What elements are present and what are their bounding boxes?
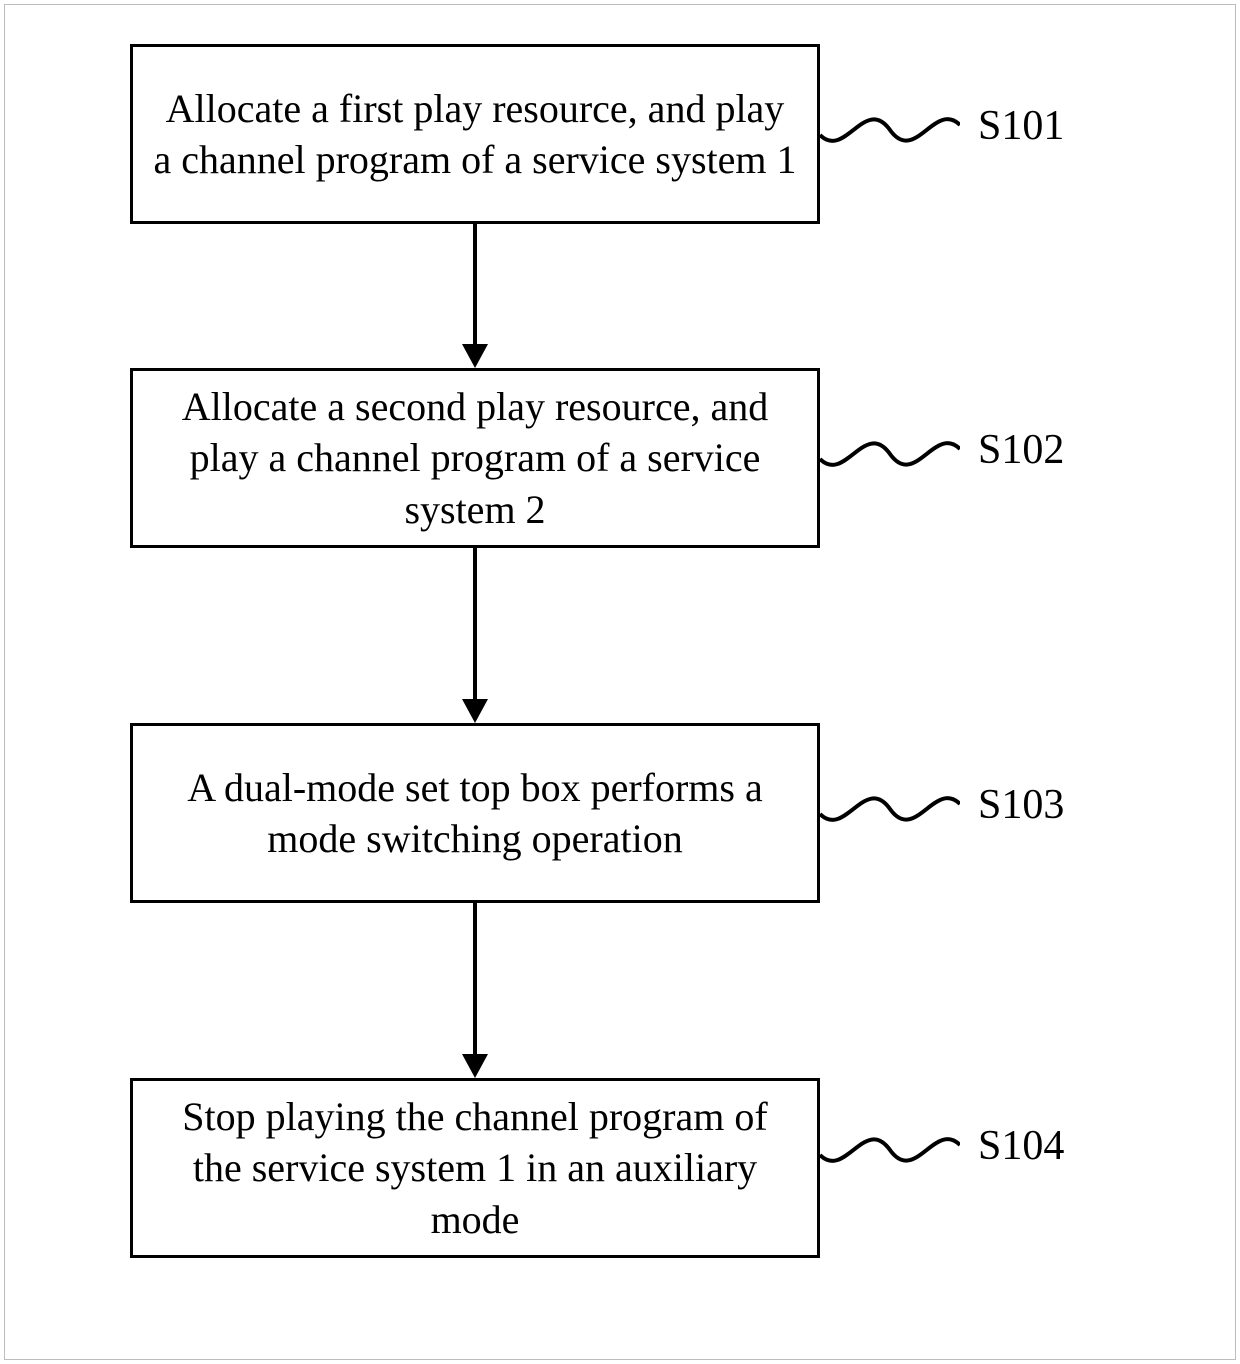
- step-label-s101: S101: [978, 102, 1064, 150]
- squiggle-connector: [820, 1120, 960, 1180]
- step-label-s102: S102: [978, 426, 1064, 474]
- step-text-s102: Allocate a second play resource, and pla…: [153, 381, 797, 535]
- step-box-s103: A dual-mode set top box performs a mode …: [130, 723, 820, 903]
- squiggle-connector: [820, 100, 960, 160]
- step-text-s104: Stop playing the channel program of the …: [153, 1091, 797, 1245]
- step-label-s104: S104: [978, 1122, 1064, 1170]
- arrow-head-icon: [462, 1054, 488, 1078]
- squiggle-connector: [820, 779, 960, 839]
- step-box-s102: Allocate a second play resource, and pla…: [130, 368, 820, 548]
- arrow-head-icon: [462, 699, 488, 723]
- flow-diagram: Allocate a first play resource, and play…: [0, 0, 1240, 1364]
- squiggle-connector: [820, 424, 960, 484]
- step-label-s103: S103: [978, 781, 1064, 829]
- arrow-s103-s104: [473, 903, 477, 1054]
- arrow-s102-s103: [473, 548, 477, 699]
- step-text-s101: Allocate a first play resource, and play…: [153, 83, 797, 185]
- step-box-s104: Stop playing the channel program of the …: [130, 1078, 820, 1258]
- step-text-s103: A dual-mode set top box performs a mode …: [153, 762, 797, 864]
- arrow-s101-s102: [473, 224, 477, 344]
- arrow-head-icon: [462, 344, 488, 368]
- step-box-s101: Allocate a first play resource, and play…: [130, 44, 820, 224]
